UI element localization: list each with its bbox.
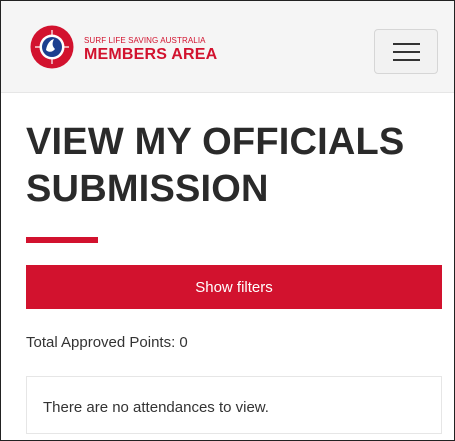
page-title-line-1: VIEW MY OFFICIALS	[26, 121, 405, 163]
org-name: SURF LIFE SAVING AUSTRALIA	[84, 36, 206, 45]
members-area-title[interactable]: MEMBERS AREA	[84, 46, 217, 64]
empty-state-message: There are no attendances to view.	[43, 399, 269, 416]
site-header: SURF LIFE SAVING AUSTRALIA MEMBERS AREA	[1, 1, 454, 93]
menu-toggle-button[interactable]	[374, 29, 438, 74]
page-title-line-2: SUBMISSION	[26, 168, 269, 210]
title-accent-bar	[26, 237, 98, 243]
total-approved-points: Total Approved Points: 0	[26, 334, 188, 351]
page-title: VIEW MY OFFICIALS SUBMISSION	[26, 119, 404, 213]
surf-life-saving-logo-icon[interactable]	[30, 25, 74, 69]
show-filters-button[interactable]: Show filters	[26, 265, 442, 309]
page-frame: SURF LIFE SAVING AUSTRALIA MEMBERS AREA …	[0, 0, 455, 441]
attendances-empty-state: There are no attendances to view.	[26, 376, 442, 434]
